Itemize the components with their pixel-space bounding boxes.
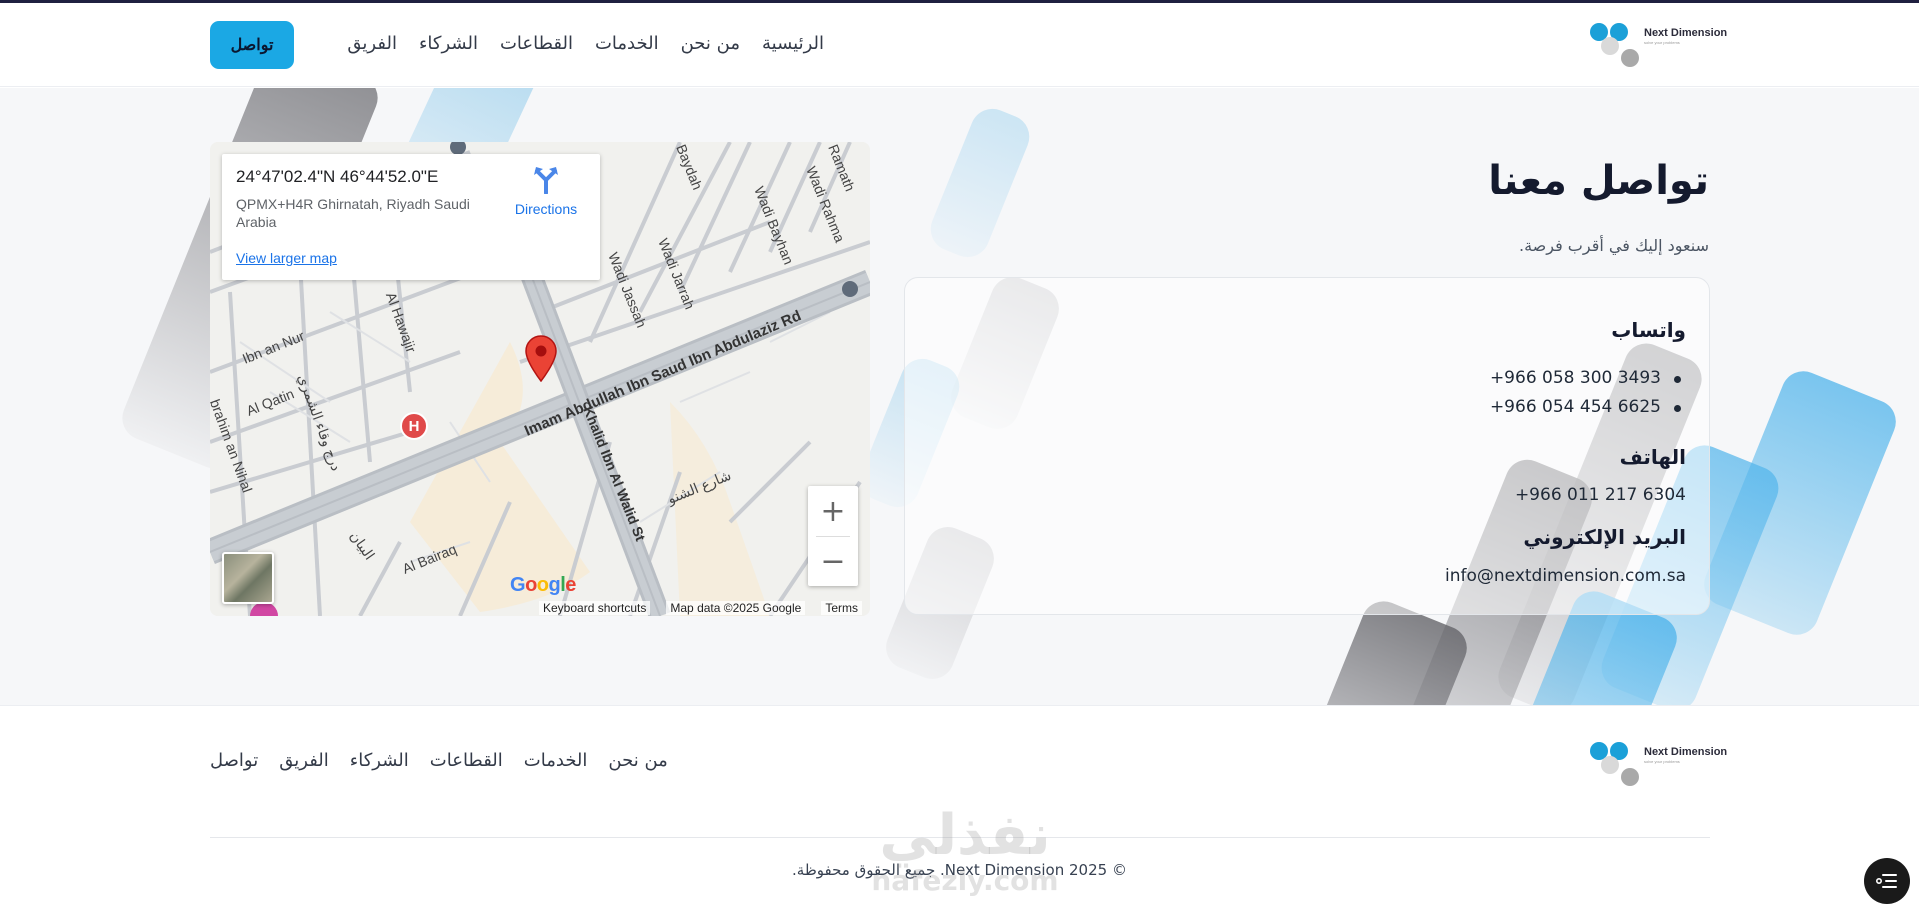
footer-nav-team[interactable]: الفريق <box>279 750 329 771</box>
whatsapp-heading: واتساب <box>1611 318 1686 342</box>
footer-nav-partners[interactable]: الشركاء <box>350 750 409 771</box>
directions-icon <box>534 167 558 195</box>
footer-logo[interactable]: Next Dimension solve your problems <box>1590 742 1727 788</box>
footer-nav-sectors[interactable]: القطاعات <box>430 750 503 771</box>
copyright-text: © 2025 Next Dimension. جميع الحقوق محفوظ… <box>792 861 1127 879</box>
zoom-in-button[interactable]: + <box>808 486 858 536</box>
site-footer: Next Dimension solve your problems من نح… <box>0 705 1919 916</box>
page-subtitle: سنعود إليك في أقرب فرصة. <box>1518 236 1709 255</box>
nav-home[interactable]: الرئيسية <box>762 33 824 54</box>
nav-services[interactable]: الخدمات <box>595 33 659 54</box>
hospital-marker-icon[interactable]: H <box>400 412 428 440</box>
zoom-out-button[interactable]: − <box>808 536 858 586</box>
directions-label: Directions <box>514 201 578 217</box>
directions-button[interactable]: Directions <box>504 166 588 217</box>
main-nav: الرئيسية من نحن الخدمات القطاعات الشركاء… <box>347 33 824 54</box>
whatsapp-list: +966 058 300 3493 +966 054 454 6625 <box>1490 368 1686 426</box>
map-pin-icon[interactable] <box>524 334 558 382</box>
logo-name: Next Dimension <box>1644 746 1728 758</box>
embedded-map[interactable]: Imam Abdullah Ibn Saud Ibn Abdulaziz Rd … <box>210 142 870 616</box>
view-larger-map-link[interactable]: View larger map <box>236 250 337 266</box>
logo-mark-icon <box>1590 23 1640 69</box>
map-data-credit: Map data ©2025 Google <box>666 601 806 615</box>
menu-lines-icon <box>1876 874 1897 888</box>
header-logo[interactable]: Next Dimension solve your problems <box>1590 23 1727 69</box>
contact-section: Imam Abdullah Ibn Saud Ibn Abdulaziz Rd … <box>0 88 1919 705</box>
phone-number[interactable]: +966 011 217 6304 <box>1515 485 1686 505</box>
footer-divider <box>210 837 1710 838</box>
logo-name: Next Dimension <box>1644 27 1728 39</box>
google-logo: Google <box>510 574 576 596</box>
map-coordinates: 24°47'02.4"N 46°44'52.0"E <box>236 167 439 186</box>
logo-tagline: solve your problems <box>1644 40 1680 45</box>
logo-mark-icon <box>1590 742 1640 788</box>
map-address: QPMX+H4R Ghirnatah, Riyadh Saudi Arabia <box>236 196 470 230</box>
phone-heading: الهاتف <box>1619 445 1686 469</box>
nav-about[interactable]: من نحن <box>681 33 740 54</box>
nav-sectors[interactable]: القطاعات <box>500 33 573 54</box>
footer-nav-contact[interactable]: تواصل <box>210 750 258 771</box>
decorative-shape <box>924 102 1036 264</box>
map-zoom-control: + − <box>808 486 858 586</box>
satellite-toggle[interactable] <box>222 552 274 604</box>
whatsapp-number[interactable]: +966 054 454 6625 <box>1490 397 1686 426</box>
email-heading: البريد الإلكتروني <box>1523 525 1686 549</box>
page-title: تواصل معنا <box>1488 158 1709 204</box>
logo-tagline: solve your problems <box>1644 759 1680 764</box>
contact-cta-button[interactable]: تواصل <box>210 21 294 69</box>
map-terms-link[interactable]: Terms <box>821 601 862 615</box>
nav-partners[interactable]: الشركاء <box>419 33 478 54</box>
floating-menu-button[interactable] <box>1864 858 1910 904</box>
email-address[interactable]: info@nextdimension.com.sa <box>1445 566 1686 586</box>
footer-nav-about[interactable]: من نحن <box>608 750 667 771</box>
contact-info-card: واتساب +966 058 300 3493 +966 054 454 66… <box>904 277 1710 615</box>
site-header: Next Dimension solve your problems الرئي… <box>0 3 1919 87</box>
whatsapp-number[interactable]: +966 058 300 3493 <box>1490 368 1686 397</box>
footer-nav: من نحن الخدمات القطاعات الشركاء الفريق ت… <box>210 750 668 771</box>
map-info-card: 24°47'02.4"N 46°44'52.0"E QPMX+H4R Ghirn… <box>222 154 600 280</box>
nafezly-watermark: نفذلي nafezly.com <box>871 803 1059 897</box>
footer-nav-services[interactable]: الخدمات <box>524 750 588 771</box>
keyboard-shortcuts-link[interactable]: Keyboard shortcuts <box>539 601 651 615</box>
nav-team[interactable]: الفريق <box>347 33 397 54</box>
map-attribution: Keyboard shortcuts Map data ©2025 Google… <box>210 600 870 616</box>
